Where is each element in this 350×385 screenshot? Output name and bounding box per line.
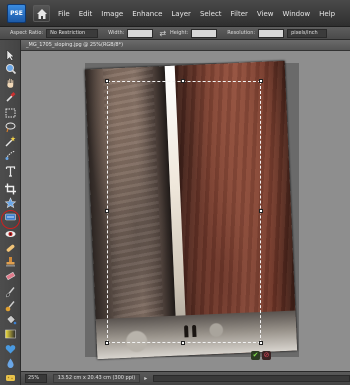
crop-tool-icon[interactable] bbox=[4, 183, 17, 195]
spot-healing-tool-icon[interactable] bbox=[4, 242, 17, 254]
cancel-icon[interactable]: ⊘ bbox=[262, 351, 271, 360]
lasso-tool-icon[interactable] bbox=[4, 121, 17, 133]
menu-layer[interactable]: Layer bbox=[171, 10, 191, 18]
zoom-tool-icon[interactable] bbox=[4, 63, 17, 75]
crop-handle-left[interactable] bbox=[105, 209, 109, 213]
resolution-field[interactable] bbox=[258, 28, 285, 38]
crop-handle-top-right[interactable] bbox=[259, 79, 263, 83]
crop-handle-top[interactable] bbox=[181, 79, 185, 83]
menu-file[interactable]: File bbox=[58, 10, 70, 18]
menu-enhance[interactable]: Enhance bbox=[132, 10, 162, 18]
active-tool-highlight bbox=[1, 210, 20, 229]
aspect-ratio-label: Aspect Ratio: bbox=[10, 30, 44, 36]
width-label: Width: bbox=[108, 30, 125, 36]
horizontal-scrollbar[interactable] bbox=[153, 375, 350, 382]
menu-image[interactable]: Image bbox=[101, 10, 123, 18]
type-tool-icon[interactable] bbox=[4, 165, 17, 177]
document-size-info: 13.52 cm x 20.43 cm (300 ppi) bbox=[52, 374, 141, 383]
app-logo[interactable]: PSE bbox=[7, 4, 26, 23]
menu-bar: PSE File Edit Image Enhance Layer Select… bbox=[0, 0, 350, 27]
cookie-cutter-tool-icon[interactable] bbox=[4, 197, 17, 209]
clone-stamp-tool-icon[interactable] bbox=[4, 256, 17, 268]
crop-handle-top-left[interactable] bbox=[105, 79, 109, 83]
custom-shape-tool-icon[interactable] bbox=[4, 343, 17, 355]
crop-commit-bar: ✔ ⊘ bbox=[251, 351, 271, 360]
smart-brush-tool-icon[interactable] bbox=[4, 300, 17, 312]
status-menu-arrow-icon[interactable]: ▸ bbox=[144, 375, 147, 382]
width-field[interactable] bbox=[127, 28, 154, 38]
eraser-tool-icon[interactable] bbox=[4, 270, 17, 282]
resolution-label: Resolution: bbox=[227, 30, 256, 36]
check-icon[interactable]: ✔ bbox=[251, 351, 260, 360]
document-canvas-area[interactable]: ✔ ⊘ bbox=[21, 51, 350, 371]
paint-bucket-tool-icon[interactable] bbox=[4, 314, 17, 326]
home-icon bbox=[37, 9, 47, 19]
height-label: Height: bbox=[170, 30, 189, 36]
resolution-unit-select[interactable]: pixels/inch bbox=[287, 28, 328, 38]
aspect-ratio-select[interactable]: No Restriction bbox=[46, 28, 99, 38]
blur-tool-icon[interactable] bbox=[4, 357, 17, 369]
home-button[interactable] bbox=[33, 5, 50, 22]
menu-select[interactable]: Select bbox=[200, 10, 222, 18]
menu-view[interactable]: View bbox=[257, 10, 274, 18]
menu-help[interactable]: Help bbox=[319, 10, 335, 18]
crop-handle-bottom-right[interactable] bbox=[259, 341, 263, 345]
sponge-tool-icon[interactable] bbox=[4, 371, 17, 383]
toolbox bbox=[0, 40, 21, 385]
menu-filter[interactable]: Filter bbox=[231, 10, 248, 18]
eyedropper-tool-icon[interactable] bbox=[4, 91, 17, 103]
document-tab[interactable]: _MG_1705_sloping.jpg @ 25%(RGB/8*) bbox=[21, 40, 350, 51]
crop-marquee[interactable] bbox=[105, 79, 263, 345]
gradient-tool-icon[interactable] bbox=[4, 328, 17, 340]
menu-edit[interactable]: Edit bbox=[79, 10, 93, 18]
menu-items: File Edit Image Enhance Layer Select Fil… bbox=[58, 0, 344, 27]
zoom-level-field[interactable]: 25% bbox=[25, 374, 47, 383]
hand-tool-icon[interactable] bbox=[4, 77, 17, 89]
magic-wand-tool-icon[interactable] bbox=[4, 135, 17, 147]
move-tool-icon[interactable] bbox=[4, 49, 17, 61]
selection-brush-tool-icon[interactable] bbox=[4, 149, 17, 161]
crop-handle-bottom[interactable] bbox=[181, 341, 185, 345]
crop-handle-bottom-left[interactable] bbox=[105, 341, 109, 345]
marquee-tool-icon[interactable] bbox=[4, 107, 17, 119]
tool-options-bar: Aspect Ratio: No Restriction Width: ⇄ He… bbox=[0, 27, 350, 40]
brush-tool-icon[interactable] bbox=[4, 286, 17, 298]
menu-window[interactable]: Window bbox=[283, 10, 311, 18]
red-eye-tool-icon[interactable] bbox=[4, 228, 17, 240]
status-bar: 25% 13.52 cm x 20.43 cm (300 ppi) ▸ bbox=[21, 371, 350, 385]
height-field[interactable] bbox=[191, 28, 218, 38]
swap-icon[interactable]: ⇄ bbox=[159, 29, 166, 38]
crop-handle-right[interactable] bbox=[259, 209, 263, 213]
